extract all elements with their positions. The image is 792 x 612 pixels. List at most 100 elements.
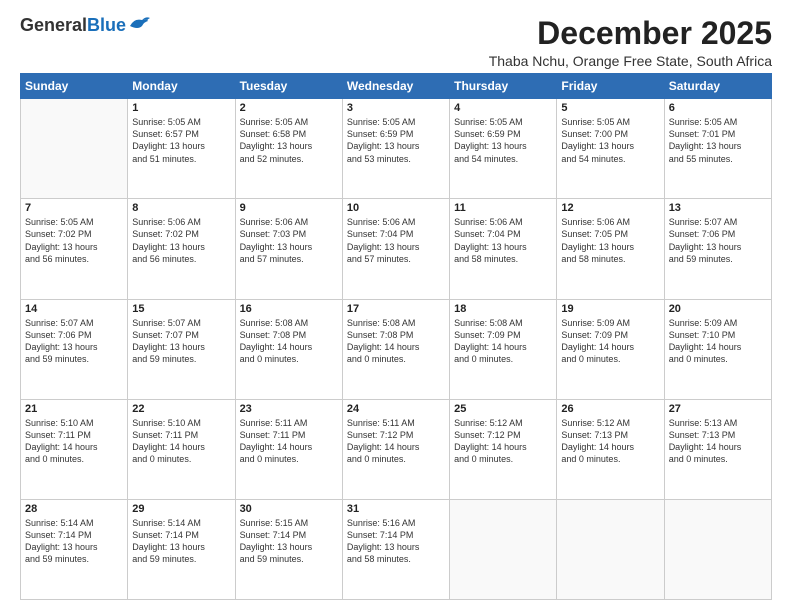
day-number: 25	[454, 403, 552, 415]
cell-info: Sunrise: 5:13 AM Sunset: 7:13 PM Dayligh…	[669, 417, 767, 466]
calendar-week-3: 14Sunrise: 5:07 AM Sunset: 7:06 PM Dayli…	[21, 299, 772, 399]
cell-info: Sunrise: 5:07 AM Sunset: 7:07 PM Dayligh…	[132, 317, 230, 366]
day-number: 9	[240, 202, 338, 214]
day-number: 19	[561, 303, 659, 315]
day-number: 4	[454, 102, 552, 114]
calendar-cell: 5 Sunrise: 5:05 AM Sunset: 7:00 PM Daylig…	[557, 99, 664, 199]
cell-info: Sunrise: 5:05 AM Sunset: 7:01 PM Dayligh…	[669, 116, 767, 165]
cell-info: Sunrise: 5:09 AM Sunset: 7:10 PM Dayligh…	[669, 317, 767, 366]
title-section: December 2025 Thaba Nchu, Orange Free St…	[489, 16, 772, 69]
cell-info: Sunrise: 5:06 AM Sunset: 7:03 PM Dayligh…	[240, 216, 338, 265]
calendar-cell: 15 Sunrise: 5:07 AM Sunset: 7:07 PM Dayli…	[128, 299, 235, 399]
day-number: 7	[25, 202, 123, 214]
calendar-cell: 2Sunrise: 5:05 AM Sunset: 6:58 PM Daylig…	[235, 99, 342, 199]
calendar-cell	[450, 499, 557, 599]
cell-info: Sunrise: 5:06 AM Sunset: 7:05 PM Dayligh…	[561, 216, 659, 265]
calendar-cell: 3 Sunrise: 5:05 AM Sunset: 6:59 PM Daylig…	[342, 99, 449, 199]
calendar-cell: 30Sunrise: 5:15 AM Sunset: 7:14 PM Dayli…	[235, 499, 342, 599]
day-number: 6	[669, 102, 767, 114]
calendar-cell: 7Sunrise: 5:05 AM Sunset: 7:02 PM Daylig…	[21, 199, 128, 299]
day-number: 28	[25, 503, 123, 515]
cell-info: Sunrise: 5:14 AM Sunset: 7:14 PM Dayligh…	[25, 517, 123, 566]
calendar-cell: 11 Sunrise: 5:06 AM Sunset: 7:04 PM Dayli…	[450, 199, 557, 299]
day-number: 3	[347, 102, 445, 114]
logo-blue: Blue	[87, 15, 126, 35]
calendar-cell: 13Sunrise: 5:07 AM Sunset: 7:06 PM Dayli…	[664, 199, 771, 299]
cell-info: Sunrise: 5:08 AM Sunset: 7:09 PM Dayligh…	[454, 317, 552, 366]
day-number: 14	[25, 303, 123, 315]
calendar-header-tuesday: Tuesday	[235, 74, 342, 99]
calendar-cell: 8 Sunrise: 5:06 AM Sunset: 7:02 PM Daylig…	[128, 199, 235, 299]
day-number: 16	[240, 303, 338, 315]
day-number: 27	[669, 403, 767, 415]
day-number: 24	[347, 403, 445, 415]
calendar-week-4: 21Sunrise: 5:10 AM Sunset: 7:11 PM Dayli…	[21, 399, 772, 499]
day-number: 20	[669, 303, 767, 315]
cell-info: Sunrise: 5:11 AM Sunset: 7:11 PM Dayligh…	[240, 417, 338, 466]
cell-info: Sunrise: 5:14 AM Sunset: 7:14 PM Dayligh…	[132, 517, 230, 566]
day-number: 31	[347, 503, 445, 515]
calendar-cell: 21Sunrise: 5:10 AM Sunset: 7:11 PM Dayli…	[21, 399, 128, 499]
day-number: 17	[347, 303, 445, 315]
cell-info: Sunrise: 5:15 AM Sunset: 7:14 PM Dayligh…	[240, 517, 338, 566]
logo-general: General	[20, 15, 87, 35]
calendar-header-saturday: Saturday	[664, 74, 771, 99]
day-number: 29	[132, 503, 230, 515]
day-number: 10	[347, 202, 445, 214]
calendar-cell	[557, 499, 664, 599]
day-number: 15	[132, 303, 230, 315]
calendar-cell: 9 Sunrise: 5:06 AM Sunset: 7:03 PM Daylig…	[235, 199, 342, 299]
calendar-header-sunday: Sunday	[21, 74, 128, 99]
calendar-header-row: SundayMondayTuesdayWednesdayThursdayFrid…	[21, 74, 772, 99]
calendar-header-wednesday: Wednesday	[342, 74, 449, 99]
calendar-cell: 25Sunrise: 5:12 AM Sunset: 7:12 PM Dayli…	[450, 399, 557, 499]
calendar-cell: 6 Sunrise: 5:05 AM Sunset: 7:01 PM Daylig…	[664, 99, 771, 199]
day-number: 22	[132, 403, 230, 415]
calendar-week-2: 7Sunrise: 5:05 AM Sunset: 7:02 PM Daylig…	[21, 199, 772, 299]
day-number: 1	[132, 102, 230, 114]
calendar-cell: 16 Sunrise: 5:08 AM Sunset: 7:08 PM Dayli…	[235, 299, 342, 399]
day-number: 12	[561, 202, 659, 214]
cell-info: Sunrise: 5:05 AM Sunset: 7:00 PM Dayligh…	[561, 116, 659, 165]
cell-info: Sunrise: 5:05 AM Sunset: 6:59 PM Dayligh…	[347, 116, 445, 165]
cell-info: Sunrise: 5:08 AM Sunset: 7:08 PM Dayligh…	[347, 317, 445, 366]
calendar-week-5: 28 Sunrise: 5:14 AM Sunset: 7:14 PM Dayli…	[21, 499, 772, 599]
day-number: 11	[454, 202, 552, 214]
cell-info: Sunrise: 5:07 AM Sunset: 7:06 PM Dayligh…	[669, 216, 767, 265]
cell-info: Sunrise: 5:05 AM Sunset: 6:59 PM Dayligh…	[454, 116, 552, 165]
bird-icon	[128, 16, 150, 34]
header: GeneralBlue December 2025 Thaba Nchu, Or…	[20, 16, 772, 69]
logo: GeneralBlue	[20, 16, 150, 36]
cell-info: Sunrise: 5:08 AM Sunset: 7:08 PM Dayligh…	[240, 317, 338, 366]
cell-info: Sunrise: 5:06 AM Sunset: 7:04 PM Dayligh…	[454, 216, 552, 265]
cell-info: Sunrise: 5:16 AM Sunset: 7:14 PM Dayligh…	[347, 517, 445, 566]
cell-info: Sunrise: 5:06 AM Sunset: 7:04 PM Dayligh…	[347, 216, 445, 265]
calendar-cell: 26 Sunrise: 5:12 AM Sunset: 7:13 PM Dayli…	[557, 399, 664, 499]
calendar-header-friday: Friday	[557, 74, 664, 99]
calendar-cell: 24Sunrise: 5:11 AM Sunset: 7:12 PM Dayli…	[342, 399, 449, 499]
day-number: 8	[132, 202, 230, 214]
day-number: 18	[454, 303, 552, 315]
calendar-cell: 27 Sunrise: 5:13 AM Sunset: 7:13 PM Dayli…	[664, 399, 771, 499]
calendar-cell: 4 Sunrise: 5:05 AM Sunset: 6:59 PM Daylig…	[450, 99, 557, 199]
calendar-cell: 28 Sunrise: 5:14 AM Sunset: 7:14 PM Dayli…	[21, 499, 128, 599]
cell-info: Sunrise: 5:10 AM Sunset: 7:11 PM Dayligh…	[132, 417, 230, 466]
calendar-header-thursday: Thursday	[450, 74, 557, 99]
cell-info: Sunrise: 5:09 AM Sunset: 7:09 PM Dayligh…	[561, 317, 659, 366]
calendar-cell	[664, 499, 771, 599]
page: GeneralBlue December 2025 Thaba Nchu, Or…	[0, 0, 792, 612]
calendar-cell: 23Sunrise: 5:11 AM Sunset: 7:11 PM Dayli…	[235, 399, 342, 499]
cell-info: Sunrise: 5:06 AM Sunset: 7:02 PM Dayligh…	[132, 216, 230, 265]
calendar-cell: 20 Sunrise: 5:09 AM Sunset: 7:10 PM Dayli…	[664, 299, 771, 399]
calendar-week-1: 1Sunrise: 5:05 AM Sunset: 6:57 PM Daylig…	[21, 99, 772, 199]
calendar-cell: 10 Sunrise: 5:06 AM Sunset: 7:04 PM Dayli…	[342, 199, 449, 299]
day-number: 5	[561, 102, 659, 114]
cell-info: Sunrise: 5:10 AM Sunset: 7:11 PM Dayligh…	[25, 417, 123, 466]
cell-info: Sunrise: 5:12 AM Sunset: 7:13 PM Dayligh…	[561, 417, 659, 466]
day-number: 2	[240, 102, 338, 114]
calendar-cell: 17 Sunrise: 5:08 AM Sunset: 7:08 PM Dayli…	[342, 299, 449, 399]
day-number: 26	[561, 403, 659, 415]
calendar-header-monday: Monday	[128, 74, 235, 99]
calendar-cell: 19 Sunrise: 5:09 AM Sunset: 7:09 PM Dayli…	[557, 299, 664, 399]
calendar-table: SundayMondayTuesdayWednesdayThursdayFrid…	[20, 73, 772, 600]
